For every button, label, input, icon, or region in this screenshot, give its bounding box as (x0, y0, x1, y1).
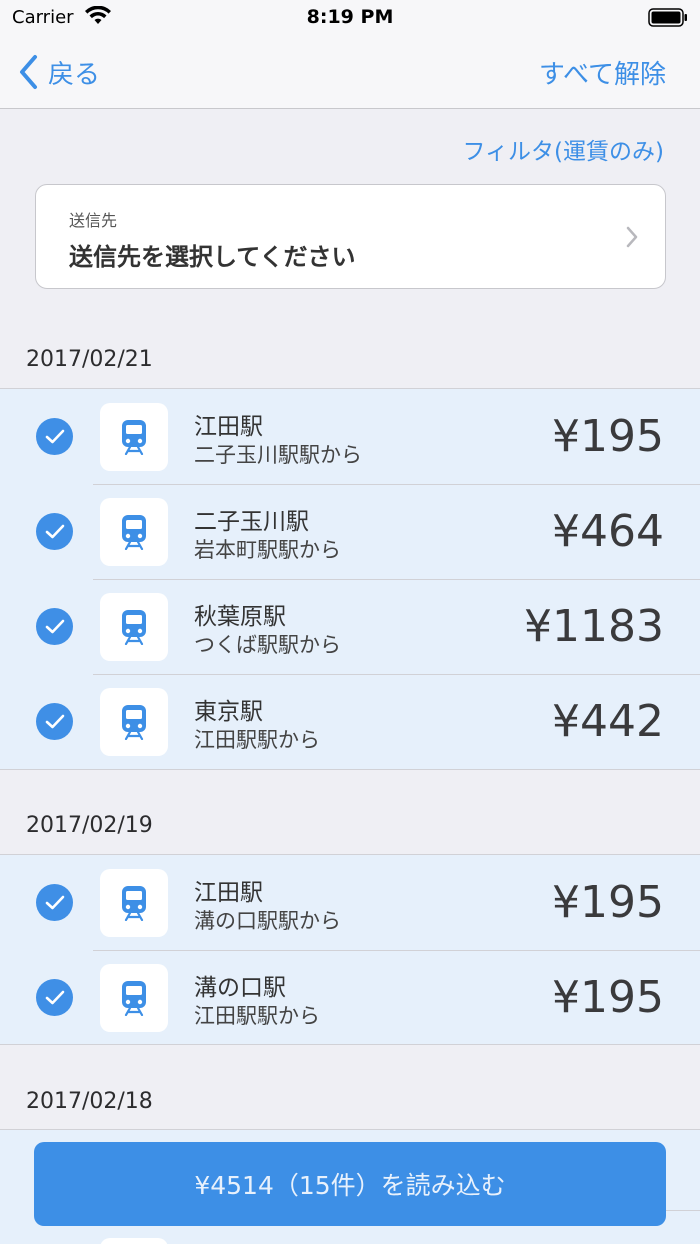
fare-amount: ¥464 (552, 506, 664, 557)
fare-amount: ¥195 (552, 411, 664, 462)
origin-station: 岩本町駅駅から (194, 538, 341, 562)
station-name: 江田駅 (194, 880, 263, 906)
section-date: 2017/02/21 (26, 347, 153, 372)
row-checkbox[interactable] (36, 884, 73, 921)
station-name: 二子玉川駅 (194, 509, 309, 535)
row-checkbox[interactable] (36, 608, 73, 645)
battery-icon (648, 8, 687, 27)
checkmark-icon (45, 990, 65, 1005)
load-button[interactable]: ¥4514（15件）を読み込む (34, 1142, 666, 1226)
destination-selector[interactable]: 送信先 送信先を選択してください (35, 184, 666, 289)
train-icon-tile (100, 593, 168, 661)
transaction-row[interactable]: 江田駅 溝の口駅駅から ¥195 (0, 855, 700, 950)
origin-station: 二子玉川駅駅から (194, 443, 362, 467)
clock: 8:19 PM (306, 6, 394, 28)
transaction-group: 江田駅 溝の口駅駅から ¥195 溝の口駅 江田駅駅から ¥195 (0, 854, 700, 1045)
checkmark-icon (45, 429, 65, 444)
fare-amount: ¥195 (552, 877, 664, 928)
train-icon-tile (100, 869, 168, 937)
origin-station: 溝の口駅駅から (194, 909, 341, 933)
origin-station: 江田駅駅から (194, 1004, 320, 1028)
chevron-left-icon (20, 55, 37, 89)
destination-value: 送信先を選択してください (69, 243, 356, 271)
back-label: 戻る (48, 59, 101, 90)
section-date: 2017/02/18 (26, 1089, 153, 1114)
fare-amount: ¥1183 (524, 601, 664, 652)
row-divider (93, 674, 700, 675)
fare-amount: ¥442 (552, 696, 664, 747)
checkmark-icon (45, 895, 65, 910)
chevron-right-icon (626, 226, 638, 248)
train-icon (122, 886, 146, 921)
transaction-row[interactable]: 二子玉川駅 岩本町駅駅から ¥464 (0, 484, 700, 579)
transaction-row[interactable]: 溝の口駅 江田駅駅から ¥195 (0, 950, 700, 1045)
row-checkbox[interactable] (36, 979, 73, 1016)
destination-caption: 送信先 (69, 211, 118, 230)
row-divider (93, 484, 700, 485)
train-icon (122, 610, 146, 645)
row-checkbox[interactable] (36, 703, 73, 740)
transaction-group: 江田駅 二子玉川駅駅から ¥195 二子玉川駅 岩本町駅駅から ¥464 秋葉原… (0, 388, 700, 770)
navigation-bar: 戻る すべて解除 (0, 36, 700, 109)
origin-station: つくば駅駅から (194, 633, 341, 657)
section-date: 2017/02/19 (26, 813, 153, 838)
station-name: 東京駅 (194, 699, 263, 725)
checkmark-icon (45, 714, 65, 729)
origin-station: 江田駅駅から (194, 728, 320, 752)
back-button[interactable]: 戻る (18, 52, 100, 92)
status-bar: Carrier 8:19 PM (0, 0, 700, 36)
station-name: 溝の口駅 (194, 975, 286, 1001)
train-icon-tile (100, 964, 168, 1032)
filter-button[interactable]: フィルタ(運賃のみ) (463, 132, 665, 166)
row-checkbox[interactable] (36, 513, 73, 550)
fare-amount: ¥195 (552, 972, 664, 1023)
station-name: 江田駅 (194, 414, 263, 440)
row-checkbox[interactable] (36, 418, 73, 455)
transaction-row[interactable]: 東京駅 江田駅駅から ¥442 (0, 674, 700, 769)
train-icon (122, 420, 146, 455)
transaction-row[interactable]: 江田駅 二子玉川駅駅から ¥195 (0, 389, 700, 484)
train-icon (122, 981, 146, 1016)
train-icon (122, 705, 146, 740)
transaction-row[interactable]: 秋葉原駅 つくば駅駅から ¥1183 (0, 579, 700, 674)
train-icon-tile (100, 688, 168, 756)
row-divider (93, 579, 700, 580)
train-icon-tile (100, 498, 168, 566)
clear-all-button[interactable]: すべて解除 (539, 54, 666, 91)
checkmark-icon (45, 619, 65, 634)
train-icon-tile (100, 1238, 168, 1244)
row-divider (93, 950, 700, 951)
train-icon (122, 515, 146, 550)
train-icon-tile (100, 403, 168, 471)
station-name: 秋葉原駅 (194, 604, 286, 630)
checkmark-icon (45, 524, 65, 539)
